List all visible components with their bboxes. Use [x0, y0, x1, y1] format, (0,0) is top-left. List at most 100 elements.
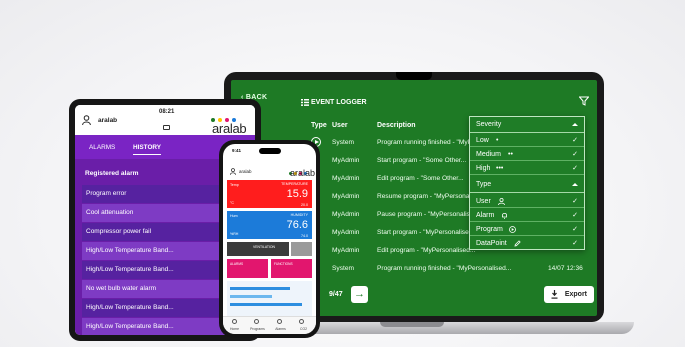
check-icon: ✓ [572, 240, 578, 247]
hum-caption: HUMIDITY [290, 213, 308, 217]
type-label: Type [476, 181, 492, 188]
chevron-up-icon [572, 123, 578, 126]
page-indicator: 9/47 [329, 291, 343, 298]
hum-label: Hum [230, 214, 238, 218]
tab-history[interactable]: HISTORY [133, 144, 162, 155]
list-icon [301, 99, 309, 106]
aralab-logo: aralab [212, 121, 247, 136]
timeline-bar [230, 295, 272, 298]
ventilation-label: VENTILATION [253, 245, 275, 249]
type-header[interactable]: Type [470, 177, 584, 193]
row-user: System [332, 139, 354, 146]
row-user: MyAdmin [332, 193, 360, 200]
row-description: Program running finished - "MyPersonalis… [377, 265, 512, 272]
check-icon: ✓ [572, 165, 578, 172]
hum-unit: %RH [230, 232, 239, 236]
export-button[interactable]: Export [544, 286, 594, 303]
row-user: MyAdmin [332, 175, 360, 182]
dynamic-island [259, 148, 281, 154]
nav-alarms[interactable]: Alarms [269, 327, 292, 331]
temp-label: Temp [230, 183, 239, 187]
home-icon[interactable] [163, 125, 170, 130]
row-user: System [332, 265, 354, 272]
functions-label: FUNCTIONS [274, 262, 293, 266]
filter-option-program[interactable]: Program ✓ [470, 223, 584, 236]
account-name: aralab [239, 169, 252, 174]
temp-setpoint: 20.0 [301, 203, 308, 207]
humidity-card[interactable]: Hum %RH HUMIDITY 76.6 74.0 [227, 211, 312, 239]
tablet-header: aralab 08:21 aralab [75, 105, 255, 136]
option-label: High [476, 165, 491, 172]
programs-icon[interactable] [254, 319, 259, 324]
arrow-right-icon: → [354, 288, 365, 300]
nav-programs[interactable]: Programs [246, 327, 269, 331]
alarms-card[interactable]: ALARMS [227, 259, 268, 278]
filter-option-user[interactable]: User ✓ [470, 195, 584, 208]
page-title: EVENT LOGGER [311, 99, 367, 106]
next-page-button[interactable]: → [351, 286, 368, 303]
program-timeline[interactable] [227, 281, 312, 316]
option-label: Program [476, 226, 503, 233]
check-icon: ✓ [572, 226, 578, 233]
tab-alarms[interactable]: ALARMS [89, 144, 115, 151]
home-icon[interactable] [232, 319, 237, 324]
laptop-lip [380, 322, 444, 327]
light-card[interactable] [291, 242, 312, 256]
timeline-bar [230, 287, 290, 290]
severity-medium-icon: •• [508, 151, 513, 158]
play-circle-icon [509, 226, 516, 233]
option-label: User [476, 198, 491, 205]
user-icon[interactable] [82, 115, 91, 125]
nav-home[interactable]: Home [223, 327, 246, 331]
user-icon [498, 198, 505, 205]
timeline-bar [230, 303, 302, 306]
severity-high-icon: ••• [496, 165, 504, 172]
row-user: MyAdmin [332, 157, 360, 164]
download-icon [551, 290, 558, 299]
option-label: Low [476, 137, 489, 144]
hum-value: 76.6 [286, 219, 308, 231]
temp-caption: TEMPERATURE [281, 182, 308, 186]
functions-card[interactable]: FUNCTIONS [271, 259, 312, 278]
row-user: MyAdmin [332, 247, 360, 254]
row-user: MyAdmin [332, 229, 360, 236]
bell-icon[interactable] [277, 319, 282, 324]
filter-option-medium[interactable]: Medium •• ✓ [470, 148, 584, 161]
ventilation-card[interactable]: VENTILATION [227, 242, 289, 256]
nav-co2[interactable]: CO2 [292, 327, 315, 331]
row-user: MyAdmin [332, 211, 360, 218]
co2-icon[interactable] [299, 319, 304, 324]
filter-option-datapoint[interactable]: DataPoint ✓ [470, 237, 584, 250]
filter-option-low[interactable]: Low • ✓ [470, 134, 584, 147]
severity-header[interactable]: Severity [470, 117, 584, 133]
laptop-notch [396, 72, 432, 80]
aralab-logo: aralab [290, 168, 316, 178]
check-icon: ✓ [572, 198, 578, 205]
export-label: Export [564, 291, 587, 298]
account-name: aralab [98, 117, 118, 124]
user-icon[interactable] [230, 168, 236, 175]
option-label: Medium [476, 151, 501, 158]
dashboard-screen: 9:41 aralab aralab Temp °C TEMPERATURE 1… [223, 144, 316, 334]
severity-low-icon: • [496, 137, 499, 144]
bell-icon [502, 212, 507, 219]
severity-label: Severity [476, 121, 502, 128]
temp-value: 15.9 [286, 188, 308, 200]
filter-option-high[interactable]: High ••• ✓ [470, 162, 584, 175]
clock: 08:21 [159, 109, 175, 115]
status-dots [211, 109, 239, 122]
temp-unit: °C [230, 201, 235, 205]
column-user: User [332, 122, 348, 129]
phone-device: 9:41 aralab aralab Temp °C TEMPERATURE 1… [219, 140, 320, 338]
filter-dropdown: Severity Low • ✓ Medium •• ✓ High ••• ✓ … [469, 116, 585, 250]
filter-icon[interactable] [579, 96, 589, 106]
pencil-icon [514, 240, 521, 247]
temperature-card[interactable]: Temp °C TEMPERATURE 15.9 20.0 [227, 180, 312, 208]
check-icon: ✓ [572, 137, 578, 144]
alarms-label: ALARMS [230, 262, 244, 266]
check-icon: ✓ [572, 212, 578, 219]
row-date: 14/07 12:36 [548, 265, 583, 272]
option-label: DataPoint [476, 240, 507, 247]
hum-setpoint: 74.0 [301, 234, 308, 238]
filter-option-alarm[interactable]: Alarm ✓ [470, 209, 584, 222]
